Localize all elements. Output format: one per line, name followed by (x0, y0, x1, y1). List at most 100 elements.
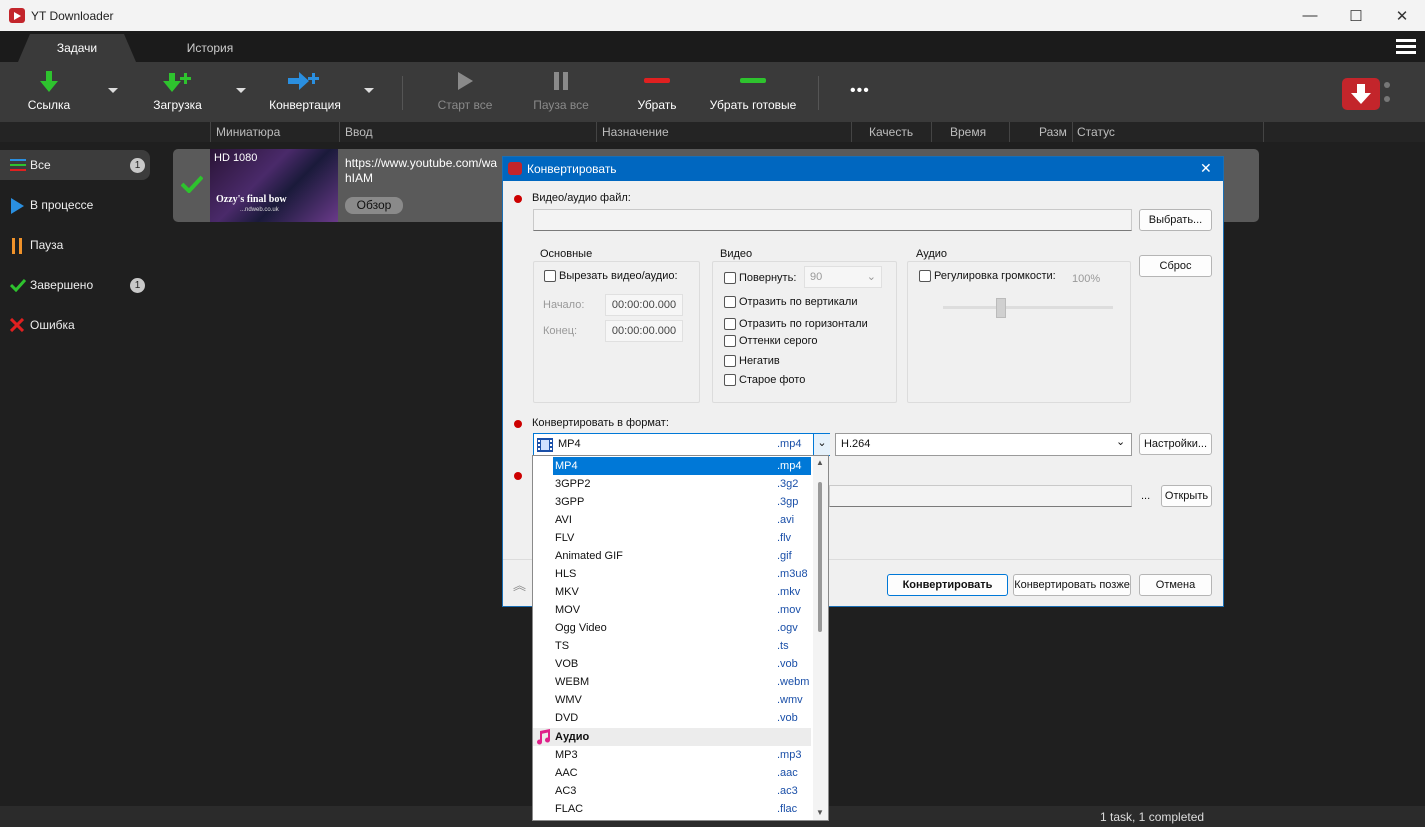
convert-dropdown-icon[interactable] (364, 88, 374, 93)
old-photo-checkbox[interactable]: Старое фото (724, 374, 805, 386)
format-option[interactable]: FLAC .flac (533, 800, 811, 818)
format-option[interactable]: FLV .flv (533, 529, 811, 547)
format-option-name: 3GPP (555, 496, 585, 508)
start-time-input[interactable]: 00:00:00.000 (605, 294, 683, 316)
close-button[interactable]: ✕ (1379, 0, 1425, 31)
format-option[interactable]: AC3 .ac3 (533, 782, 811, 800)
column-quality[interactable]: Качесть (869, 125, 913, 139)
maximize-button[interactable]: ☐ (1333, 0, 1379, 31)
format-option[interactable]: Animated GIF .gif (533, 547, 811, 565)
convert-button[interactable]: Конвертировать (887, 574, 1008, 596)
minimize-button[interactable]: — (1287, 0, 1333, 31)
column-destination[interactable]: Назначение (602, 125, 669, 139)
convert-later-button[interactable]: Конвертировать позже (1013, 574, 1131, 596)
reset-button[interactable]: Сброс (1139, 255, 1212, 277)
download-label: Загрузка (153, 98, 202, 112)
scrollbar-thumb[interactable] (818, 482, 822, 632)
task-url: https://www.youtube.com/wa (345, 156, 498, 170)
column-time[interactable]: Время (950, 125, 986, 139)
flip-vertical-checkbox[interactable]: Отразить по вертикали (724, 296, 857, 308)
format-option[interactable]: MOV .mov (533, 601, 811, 619)
format-option[interactable]: WEBM .webm (533, 673, 811, 691)
format-option[interactable]: HLS .m3u8 (533, 565, 811, 583)
format-option[interactable]: AAC .aac (533, 764, 811, 782)
format-option[interactable]: AVI .avi (533, 511, 811, 529)
download-logo-icon[interactable] (1342, 78, 1380, 110)
sidebar-item-paused[interactable]: Пауза (0, 230, 160, 260)
sidebar-item-all[interactable]: Все 1 (0, 150, 150, 180)
check-icon (10, 278, 26, 292)
format-option[interactable]: MKV .mkv (533, 583, 811, 601)
video-thumbnail[interactable]: HD 1080 Ozzy's final bow ...ndweb.co.uk (210, 149, 338, 222)
convert-add-icon (288, 72, 319, 90)
tab-tasks[interactable]: Задачи (18, 34, 136, 62)
format-option[interactable]: DVD .vob (533, 709, 811, 727)
column-divider (931, 122, 932, 142)
link-dropdown-icon[interactable] (108, 88, 118, 93)
cut-checkbox[interactable]: Вырезать видео/аудио: (544, 270, 678, 282)
codec-select[interactable]: H.264 ⌄ (835, 433, 1132, 456)
more-options-icon[interactable]: ••• (850, 82, 870, 100)
scroll-up-icon[interactable]: ▲ (816, 458, 824, 467)
column-divider (596, 122, 597, 142)
format-option-name: MOV (555, 604, 581, 616)
download-dropdown-icon[interactable] (236, 88, 246, 93)
column-thumbnail[interactable]: Миниатюра (216, 125, 280, 139)
sidebar-item-error[interactable]: Ошибка (0, 310, 160, 340)
file-input[interactable] (533, 209, 1132, 231)
format-option-ext: .wmv (777, 694, 803, 706)
format-option[interactable]: 3GPP .3gp (533, 493, 811, 511)
format-option[interactable]: 3GPP2 .3g2 (533, 475, 811, 493)
column-input[interactable]: Ввод (345, 125, 373, 139)
column-size[interactable]: Разм (1039, 125, 1067, 139)
download-button[interactable]: Загрузка (140, 62, 215, 122)
dropdown-scrollbar[interactable]: ▲ ▼ (813, 456, 828, 820)
format-option[interactable]: VOB .vob (533, 655, 811, 673)
chevron-down-icon[interactable]: ⌄ (813, 434, 830, 455)
menu-icon[interactable] (1396, 39, 1416, 55)
output-path-input[interactable] (829, 485, 1132, 507)
scroll-down-icon[interactable]: ▼ (816, 808, 824, 817)
format-option-ext: .gif (777, 550, 792, 562)
indicator-dot-icon (1384, 82, 1390, 88)
format-dropdown-list[interactable]: MP4 .mp4 3GPP2 .3g2 3GPP .3gp AVI .avi FLV .flv An… (532, 455, 829, 821)
error-x-icon (10, 318, 24, 332)
flip-horizontal-checkbox[interactable]: Отразить по горизонтали (724, 318, 868, 330)
format-option[interactable]: Ogg Video .ogv (533, 619, 811, 637)
dialog-close-button[interactable]: ✕ (1200, 160, 1212, 177)
volume-slider-track[interactable] (943, 306, 1113, 309)
file-label: Видео/аудио файл: (532, 192, 631, 204)
remove-done-button[interactable]: Убрать готовые (705, 62, 801, 122)
negative-checkbox[interactable]: Негатив (724, 355, 780, 367)
settings-button[interactable]: Настройки... (1139, 433, 1212, 455)
collapse-up-icon[interactable]: ︽ (513, 575, 526, 594)
link-button[interactable]: Ссылка (14, 62, 84, 122)
cancel-button[interactable]: Отмена (1139, 574, 1212, 596)
toolbar-separator (402, 76, 403, 110)
end-time-input[interactable]: 00:00:00.000 (605, 320, 683, 342)
browse-button[interactable]: Обзор (345, 197, 403, 214)
tab-history[interactable]: История (150, 34, 270, 62)
choose-file-button[interactable]: Выбрать... (1139, 209, 1212, 231)
column-status[interactable]: Статус (1077, 125, 1115, 139)
volume-slider-handle[interactable] (996, 298, 1006, 318)
format-option[interactable]: MP3 .mp3 (533, 746, 811, 764)
sidebar-item-completed[interactable]: Завершено 1 (0, 270, 160, 300)
format-option[interactable]: WMV .wmv (533, 691, 811, 709)
format-option[interactable]: TS .ts (533, 637, 811, 655)
column-divider (1263, 122, 1264, 142)
remove-button[interactable]: Убрать (625, 62, 689, 122)
open-button[interactable]: Открыть (1161, 485, 1212, 507)
pause-all-button[interactable]: Пауза все (525, 62, 597, 122)
format-select[interactable]: MP4 .mp4 ⌄ (533, 433, 830, 456)
format-option[interactable]: MP4 .mp4 (553, 457, 811, 475)
rotate-select[interactable]: 90 ⌄ (804, 266, 882, 288)
browse-dots-button[interactable]: ... (1141, 490, 1150, 502)
rotate-checkbox[interactable]: Повернуть: (724, 272, 796, 284)
volume-checkbox[interactable]: Регулировка громкости: (919, 270, 1056, 282)
start-all-button[interactable]: Старт все (430, 62, 500, 122)
convert-button[interactable]: Конвертация (262, 62, 348, 122)
sidebar-item-in-progress[interactable]: В процессе (0, 190, 160, 220)
column-divider (1009, 122, 1010, 142)
grayscale-checkbox[interactable]: Оттенки серого (724, 335, 817, 347)
